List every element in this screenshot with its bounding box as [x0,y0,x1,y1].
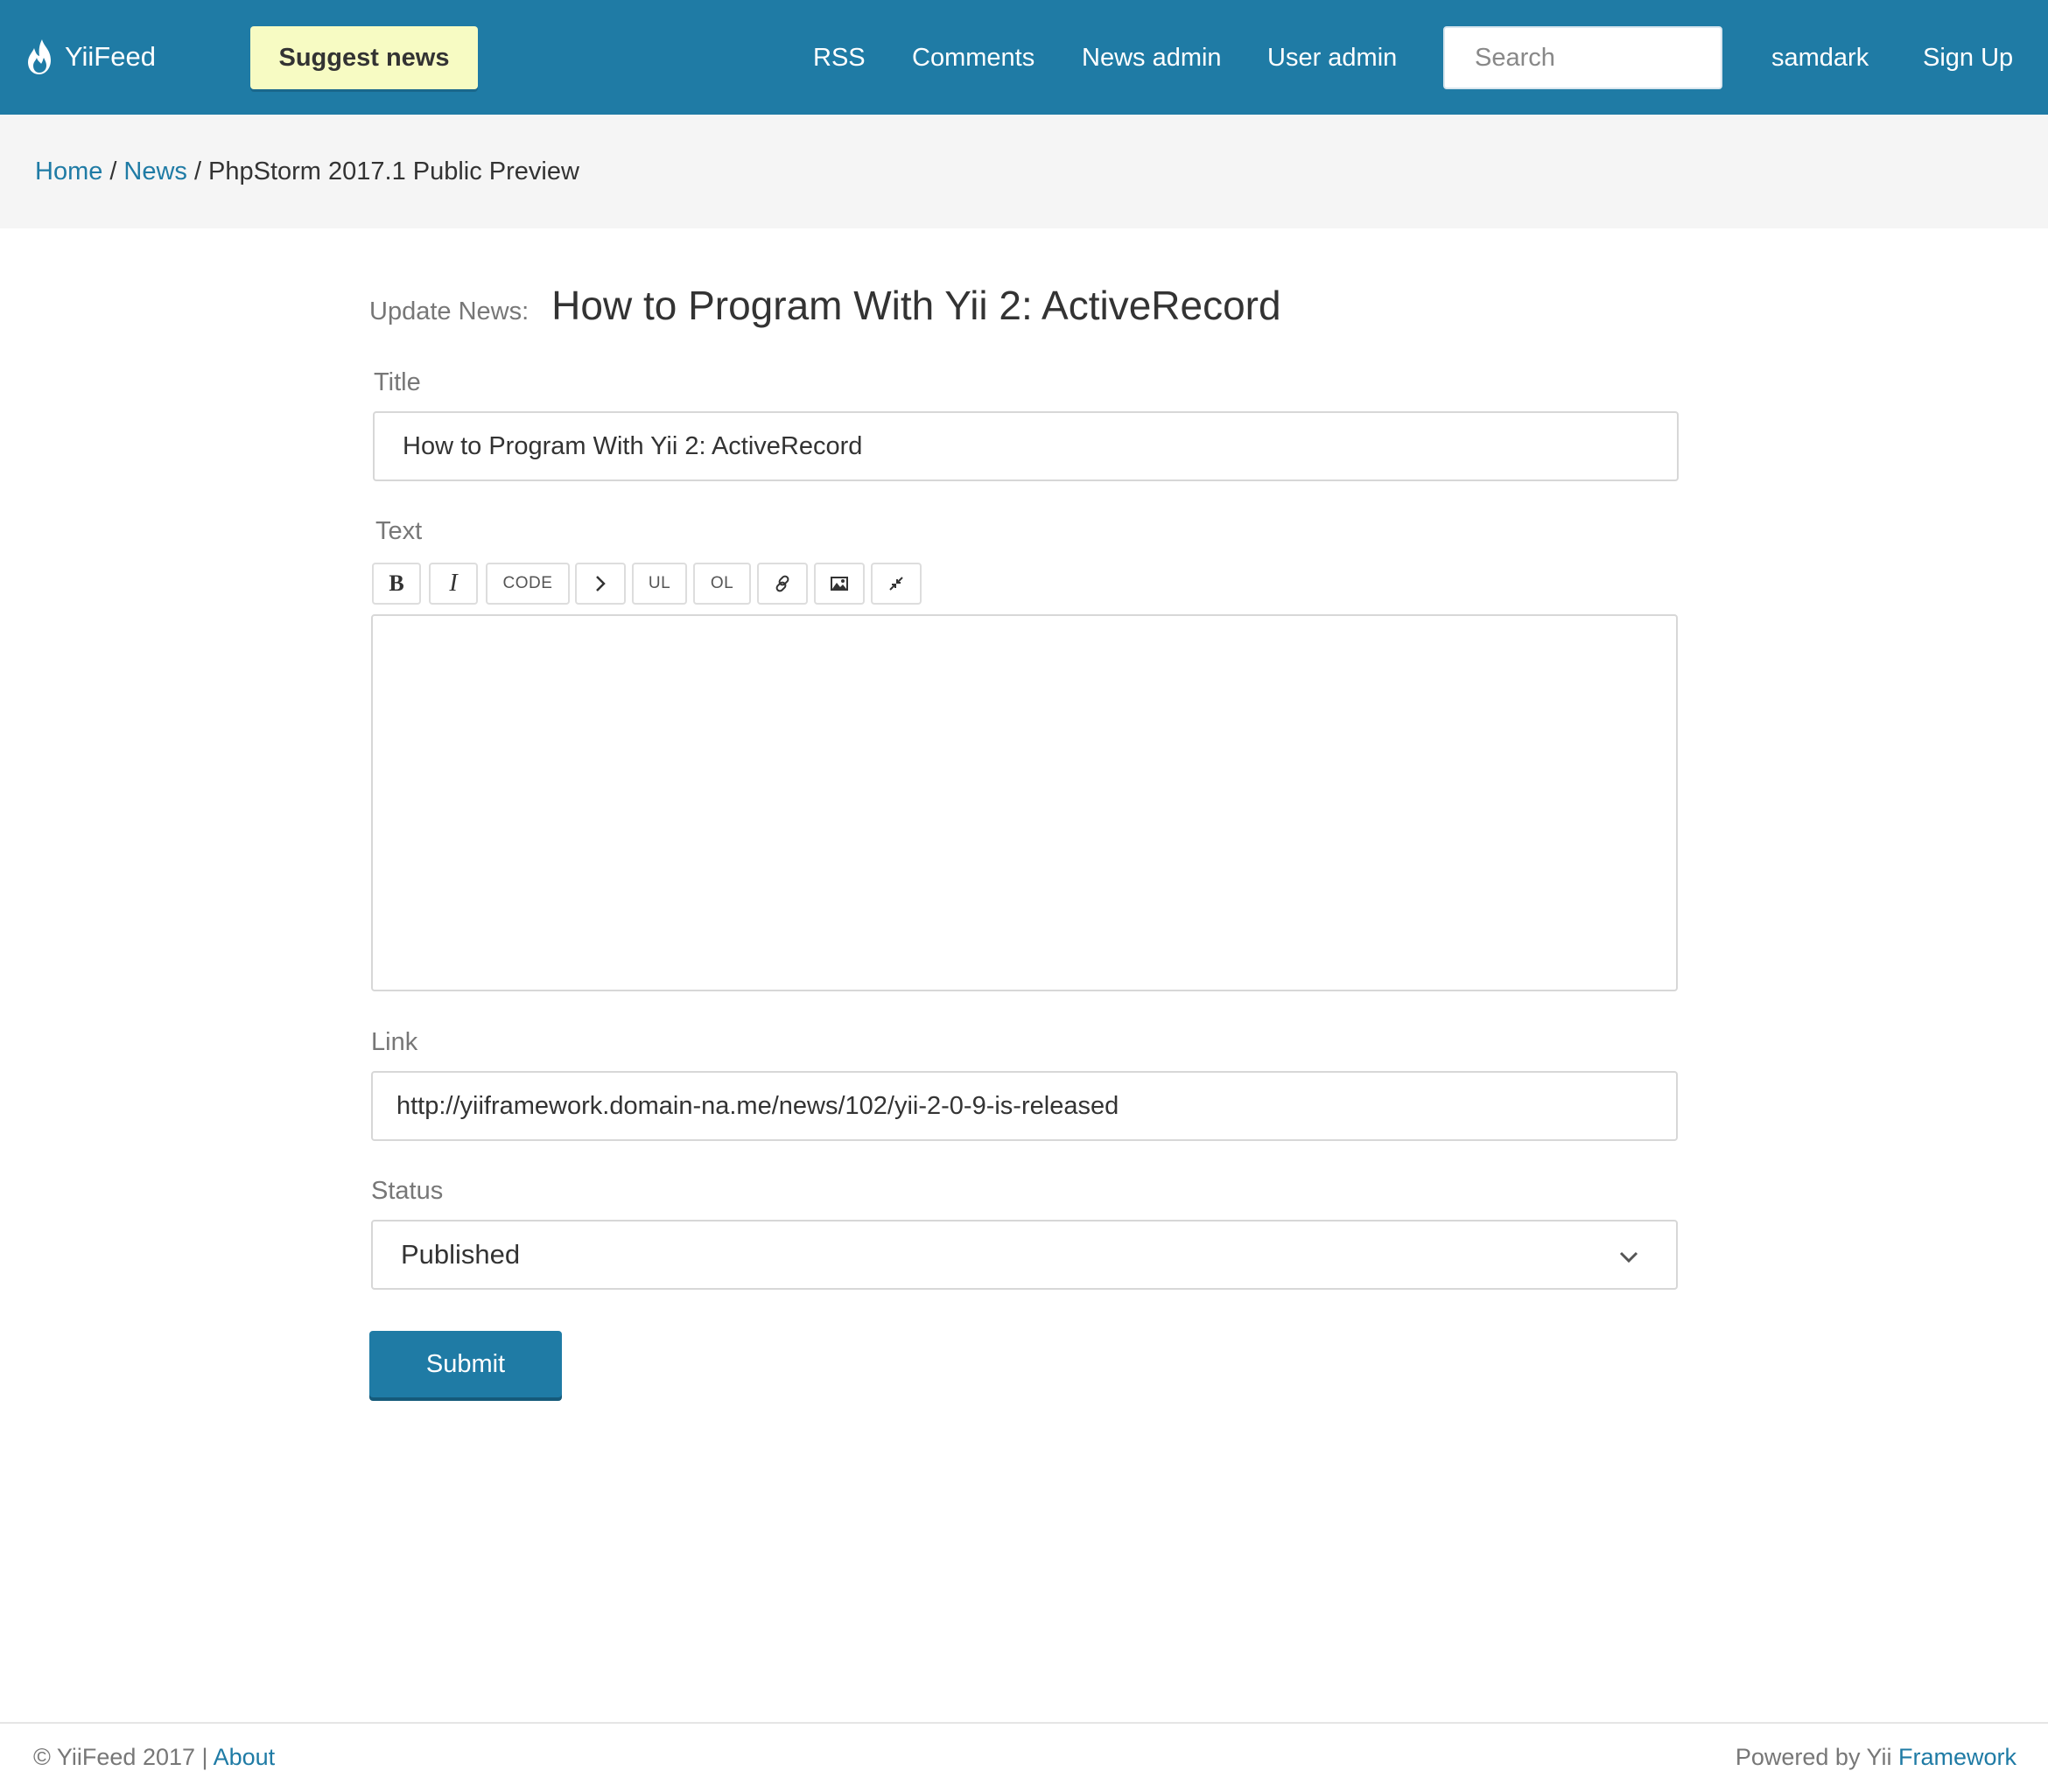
nav-link-sign-up[interactable]: Sign Up [1923,40,2013,75]
image-button[interactable] [814,563,865,605]
flame-icon [28,39,51,74]
footer-powered-by: Powered by Yii Framework [1736,1744,2016,1771]
breadcrumb-separator: / [193,158,201,186]
footer-copyright: © YiiFeed 2017 | About [33,1744,275,1771]
nav-link-comments[interactable]: Comments [912,40,1035,75]
ol-button-label: OL [710,574,734,592]
link-field[interactable] [371,1071,1678,1141]
submit-button[interactable]: Submit [369,1331,562,1397]
breadcrumb-news[interactable]: News [123,158,187,186]
nav-link-user[interactable]: samdark [1771,40,1869,75]
powered-by-text: Powered by Yii [1735,1744,1892,1770]
bold-icon: B [389,570,404,596]
link-button[interactable] [757,563,808,605]
brand-logo[interactable]: YiiFeed [25,35,156,79]
code-button[interactable]: CODE [486,563,570,605]
breadcrumb-bar: Home / News / PhpStorm 2017.1 Public Preview [0,115,2048,228]
page-title: Update News: How to Program With Yii 2: … [369,282,1281,334]
link-label: Link [371,1028,418,1056]
search-input[interactable] [1443,26,1722,89]
text-editor-area[interactable] [371,614,1678,991]
brand-name: YiiFeed [65,41,156,72]
page-title-prefix: Update News: [369,298,530,326]
ordered-list-button[interactable]: OL [693,563,751,605]
nav-link-news-admin[interactable]: News admin [1082,40,1222,75]
breadcrumb-current: PhpStorm 2017.1 Public Preview [208,158,579,186]
quote-button[interactable] [575,563,626,605]
collapse-icon [889,577,903,591]
chevron-right-icon [596,576,606,592]
link-icon [775,575,789,592]
code-button-label: CODE [502,574,553,592]
nav-link-rss[interactable]: RSS [813,40,866,75]
title-label: Title [374,368,421,396]
chevron-down-icon [1619,1251,1638,1264]
ul-button-label: UL [648,574,671,592]
italic-button[interactable]: I [429,563,478,605]
footer-divider [0,1722,2048,1724]
status-label: Status [371,1177,444,1205]
fullscreen-button[interactable] [871,563,922,605]
text-label: Text [375,517,423,545]
status-select-value: Published [401,1239,521,1270]
status-select[interactable]: Published [371,1220,1678,1290]
footer-about-link[interactable]: About [214,1744,276,1770]
bold-button[interactable]: B [372,563,421,605]
breadcrumb-separator: / [109,158,117,186]
nav-link-user-admin[interactable]: User admin [1267,40,1397,75]
copyright-text: © YiiFeed 2017 | [33,1744,208,1770]
italic-icon: I [449,570,458,597]
top-navbar: YiiFeed Suggest news RSS Comments News a… [0,0,2048,115]
image-icon [831,577,848,591]
title-field[interactable] [373,411,1679,481]
breadcrumb-home[interactable]: Home [35,158,102,186]
suggest-news-button[interactable]: Suggest news [250,26,478,89]
page-title-text: How to Program With Yii 2: ActiveRecord [551,283,1281,328]
footer-framework-link[interactable]: Framework [1898,1744,2016,1770]
unordered-list-button[interactable]: UL [632,563,687,605]
breadcrumb: Home / News / PhpStorm 2017.1 Public Preview [35,154,579,189]
